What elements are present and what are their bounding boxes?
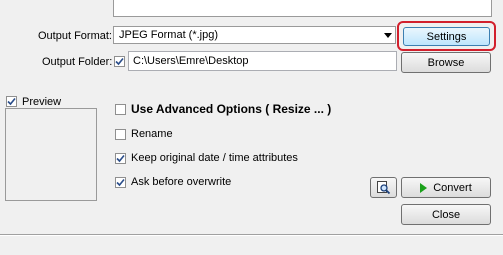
output-format-dropdown[interactable]: JPEG Format (*.jpg)	[113, 26, 396, 44]
close-button[interactable]: Close	[401, 204, 491, 225]
rename-label: Rename	[131, 128, 173, 140]
chevron-down-icon	[384, 33, 392, 38]
ask-overwrite-checkbox[interactable]	[115, 177, 126, 188]
preview-checkbox[interactable]	[6, 96, 17, 107]
advanced-options-label: Use Advanced Options ( Resize ... )	[131, 102, 332, 116]
keep-date-checkbox[interactable]	[115, 153, 126, 164]
magnifier-document-icon	[377, 181, 391, 195]
preview-label: Preview	[22, 96, 62, 108]
convert-button[interactable]: Convert	[401, 177, 491, 198]
preview-search-button[interactable]	[370, 177, 397, 198]
play-icon	[420, 182, 428, 193]
checkmark-icon	[115, 57, 124, 66]
checkmark-icon	[7, 97, 16, 106]
ask-overwrite-label: Ask before overwrite	[131, 176, 232, 188]
output-format-selected: JPEG Format (*.jpg)	[119, 29, 219, 41]
keep-date-label: Keep original date / time attributes	[131, 152, 298, 164]
settings-button[interactable]: Settings	[403, 27, 490, 46]
output-folder-label: Output Folder:	[42, 56, 113, 68]
checkmark-icon	[116, 178, 125, 187]
checkmark-icon	[116, 154, 125, 163]
output-folder-value: C:\Users\Emre\Desktop	[133, 55, 249, 67]
rename-checkbox[interactable]	[115, 129, 126, 140]
convert-label: Convert	[433, 181, 472, 194]
output-format-label: Output Format:	[38, 30, 112, 42]
preview-pane	[5, 108, 97, 201]
output-folder-checkbox[interactable]	[114, 56, 125, 67]
divider-highlight	[0, 235, 503, 236]
file-list-area[interactable]	[113, 0, 492, 17]
advanced-options-checkbox[interactable]	[115, 104, 126, 115]
browse-button[interactable]: Browse	[401, 52, 491, 73]
output-folder-input[interactable]: C:\Users\Emre\Desktop	[128, 51, 397, 71]
